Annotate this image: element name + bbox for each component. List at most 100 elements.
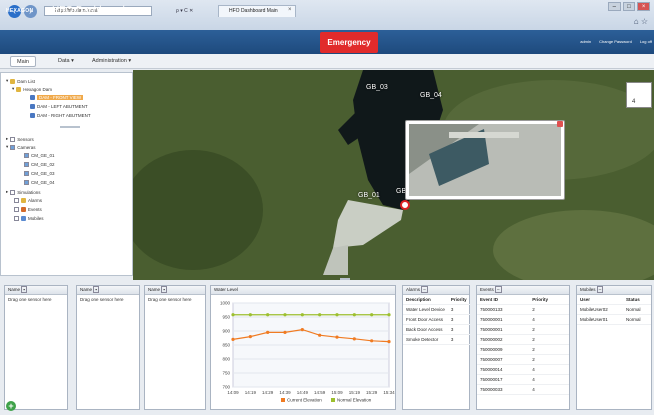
- tree-item-dam-list[interactable]: ▾ Dam List: [6, 78, 35, 84]
- drop-hint: Drag one sensor here: [80, 297, 124, 302]
- event-row[interactable]: 750000014 4: [477, 364, 569, 375]
- sensor-panel-1[interactable]: Name ▪ Drag one sensor here: [4, 285, 68, 410]
- event-row[interactable]: 750000007 2: [477, 354, 569, 365]
- map-imagery: [133, 70, 654, 280]
- map-label-gb03[interactable]: GB_03: [366, 84, 388, 91]
- checkbox[interactable]: [24, 153, 29, 158]
- splitter-handle[interactable]: [340, 278, 350, 280]
- tab-main[interactable]: Main: [10, 56, 36, 67]
- panel-menu-icon[interactable]: ▪: [21, 286, 27, 293]
- tree-item-mobiles[interactable]: Mobiles: [14, 216, 44, 221]
- data-point: [318, 333, 322, 337]
- table-cell: 750000001: [477, 324, 530, 335]
- table-cell: 750000002: [477, 334, 530, 345]
- y-tick-label: 800: [222, 357, 230, 362]
- mobile-row[interactable]: MobileUser02 Normal: [577, 304, 651, 315]
- menu-data[interactable]: Data ▾: [52, 56, 80, 67]
- tree-item-simulations[interactable]: ▸ Simulations: [6, 189, 41, 195]
- data-point: [335, 313, 339, 317]
- popup-close-icon[interactable]: [557, 121, 563, 127]
- alarm-row[interactable]: Water Level Device 3: [403, 304, 470, 315]
- column-header[interactable]: User: [577, 295, 624, 305]
- camera-marker-icon[interactable]: [400, 200, 410, 210]
- events-table: Event ID Priority 750000133 2 750000001 4 7500…: [477, 295, 569, 395]
- event-row[interactable]: 750000002 2: [477, 334, 569, 345]
- minimize-icon[interactable]: –: [607, 2, 621, 11]
- map-label-gb04[interactable]: GB_04: [420, 92, 442, 99]
- close-icon[interactable]: ×: [637, 2, 650, 11]
- tree-item-dam-right[interactable]: DAM - RIGHT ABUTMENT: [30, 113, 91, 118]
- x-tick-label: 15:34: [383, 390, 395, 395]
- panel-menu-icon[interactable]: –: [421, 286, 428, 293]
- menu-administration[interactable]: Administration ▾: [86, 56, 137, 67]
- checkbox[interactable]: [14, 216, 19, 221]
- event-row[interactable]: 750000001 2: [477, 324, 569, 335]
- logoff-link[interactable]: Log off: [640, 39, 652, 44]
- event-row[interactable]: 750000033 4: [477, 384, 569, 395]
- checkbox[interactable]: [24, 162, 29, 167]
- sensor-panel-3[interactable]: Name ▪ Drag one sensor here: [144, 285, 206, 410]
- panel-menu-icon[interactable]: –: [495, 286, 502, 293]
- tree-item-camera-2[interactable]: CM_GE_02: [24, 162, 55, 167]
- x-tick-label: 14:29: [262, 390, 274, 395]
- y-tick-label: 750: [222, 371, 230, 376]
- panel-menu-icon[interactable]: ▪: [93, 286, 99, 293]
- alarm-row[interactable]: Back Door Access 3: [403, 324, 470, 335]
- home-star-icons[interactable]: ⌂ ☆: [634, 17, 648, 26]
- tree-item-camera-3[interactable]: CM_GE_03: [24, 171, 55, 176]
- tab-close-icon[interactable]: ×: [288, 7, 292, 13]
- splitter-handle[interactable]: [60, 126, 80, 128]
- tree-item-camera-4[interactable]: CM_GE_04: [24, 180, 55, 185]
- table-cell: 2: [529, 324, 569, 335]
- table-cell: 3: [447, 304, 470, 315]
- checkbox[interactable]: [14, 207, 19, 212]
- change-password-link[interactable]: Change Password: [599, 39, 632, 44]
- emergency-button[interactable]: Emergency: [320, 32, 378, 53]
- sensor-panel-2[interactable]: Name ▪ Drag one sensor here: [76, 285, 140, 410]
- table-cell: Back Door Access: [403, 324, 448, 335]
- add-panel-button[interactable]: +: [6, 401, 16, 411]
- alarm-row[interactable]: Front Door Access 3: [403, 314, 470, 325]
- map-label-gb01[interactable]: GB_01: [358, 192, 380, 199]
- tree-item-sensors[interactable]: ▸ Sensors: [6, 136, 34, 142]
- user-name: admin: [580, 39, 592, 44]
- view-icon: [30, 95, 35, 100]
- column-header[interactable]: Event ID: [477, 295, 530, 305]
- checkbox[interactable]: [24, 180, 29, 185]
- event-row[interactable]: 750000017 4: [477, 374, 569, 385]
- table-cell: MobileUser02: [577, 304, 624, 315]
- column-header[interactable]: Description: [403, 295, 448, 305]
- event-row[interactable]: 750000009 2: [477, 344, 569, 355]
- mobile-row[interactable]: MobileUser01 Normal: [577, 314, 651, 325]
- event-row[interactable]: 750000001 4: [477, 314, 569, 325]
- event-row[interactable]: 750000133 2: [477, 304, 569, 315]
- folder-icon: [16, 86, 22, 92]
- y-tick-label: 850: [222, 343, 230, 348]
- checkbox[interactable]: [10, 144, 16, 150]
- data-point: [231, 337, 235, 341]
- checkbox[interactable]: [14, 198, 19, 203]
- tree-item-dam-left[interactable]: DAM - LEFT ABUTMENT: [30, 104, 88, 109]
- column-header[interactable]: Priority: [529, 295, 569, 305]
- tree-item-events[interactable]: Events: [14, 207, 42, 212]
- address-controls[interactable]: ρ ▾ C ✕: [176, 6, 216, 16]
- checkbox[interactable]: [10, 189, 16, 195]
- panel-menu-icon[interactable]: –: [596, 286, 604, 293]
- tree-item-hexagon-dam[interactable]: ▾ Hexagon Dam: [12, 86, 52, 92]
- table-cell: 750000033: [477, 384, 530, 395]
- alarm-row[interactable]: Smoke Detector 3: [403, 334, 470, 345]
- overview-minimap[interactable]: 4: [626, 82, 652, 108]
- tree-item-dam-front[interactable]: DAM - FRONT VIEW: [30, 95, 84, 100]
- column-header[interactable]: Status: [623, 295, 651, 305]
- alarm-icon: [21, 198, 26, 203]
- tree-item-camera-1[interactable]: CM_GE_01: [24, 153, 55, 158]
- browser-tab[interactable]: HFO Dashboard Main: [218, 5, 296, 17]
- checkbox[interactable]: [10, 136, 16, 142]
- panel-menu-icon[interactable]: ▪: [161, 286, 167, 293]
- tree-item-cameras[interactable]: ▾ Cameras: [6, 144, 36, 150]
- checkbox[interactable]: [24, 171, 29, 176]
- column-header[interactable]: Priority: [447, 295, 470, 305]
- satellite-map[interactable]: [133, 70, 654, 280]
- maximize-icon[interactable]: □: [622, 2, 636, 11]
- tree-item-alarms[interactable]: Alarms: [14, 198, 42, 203]
